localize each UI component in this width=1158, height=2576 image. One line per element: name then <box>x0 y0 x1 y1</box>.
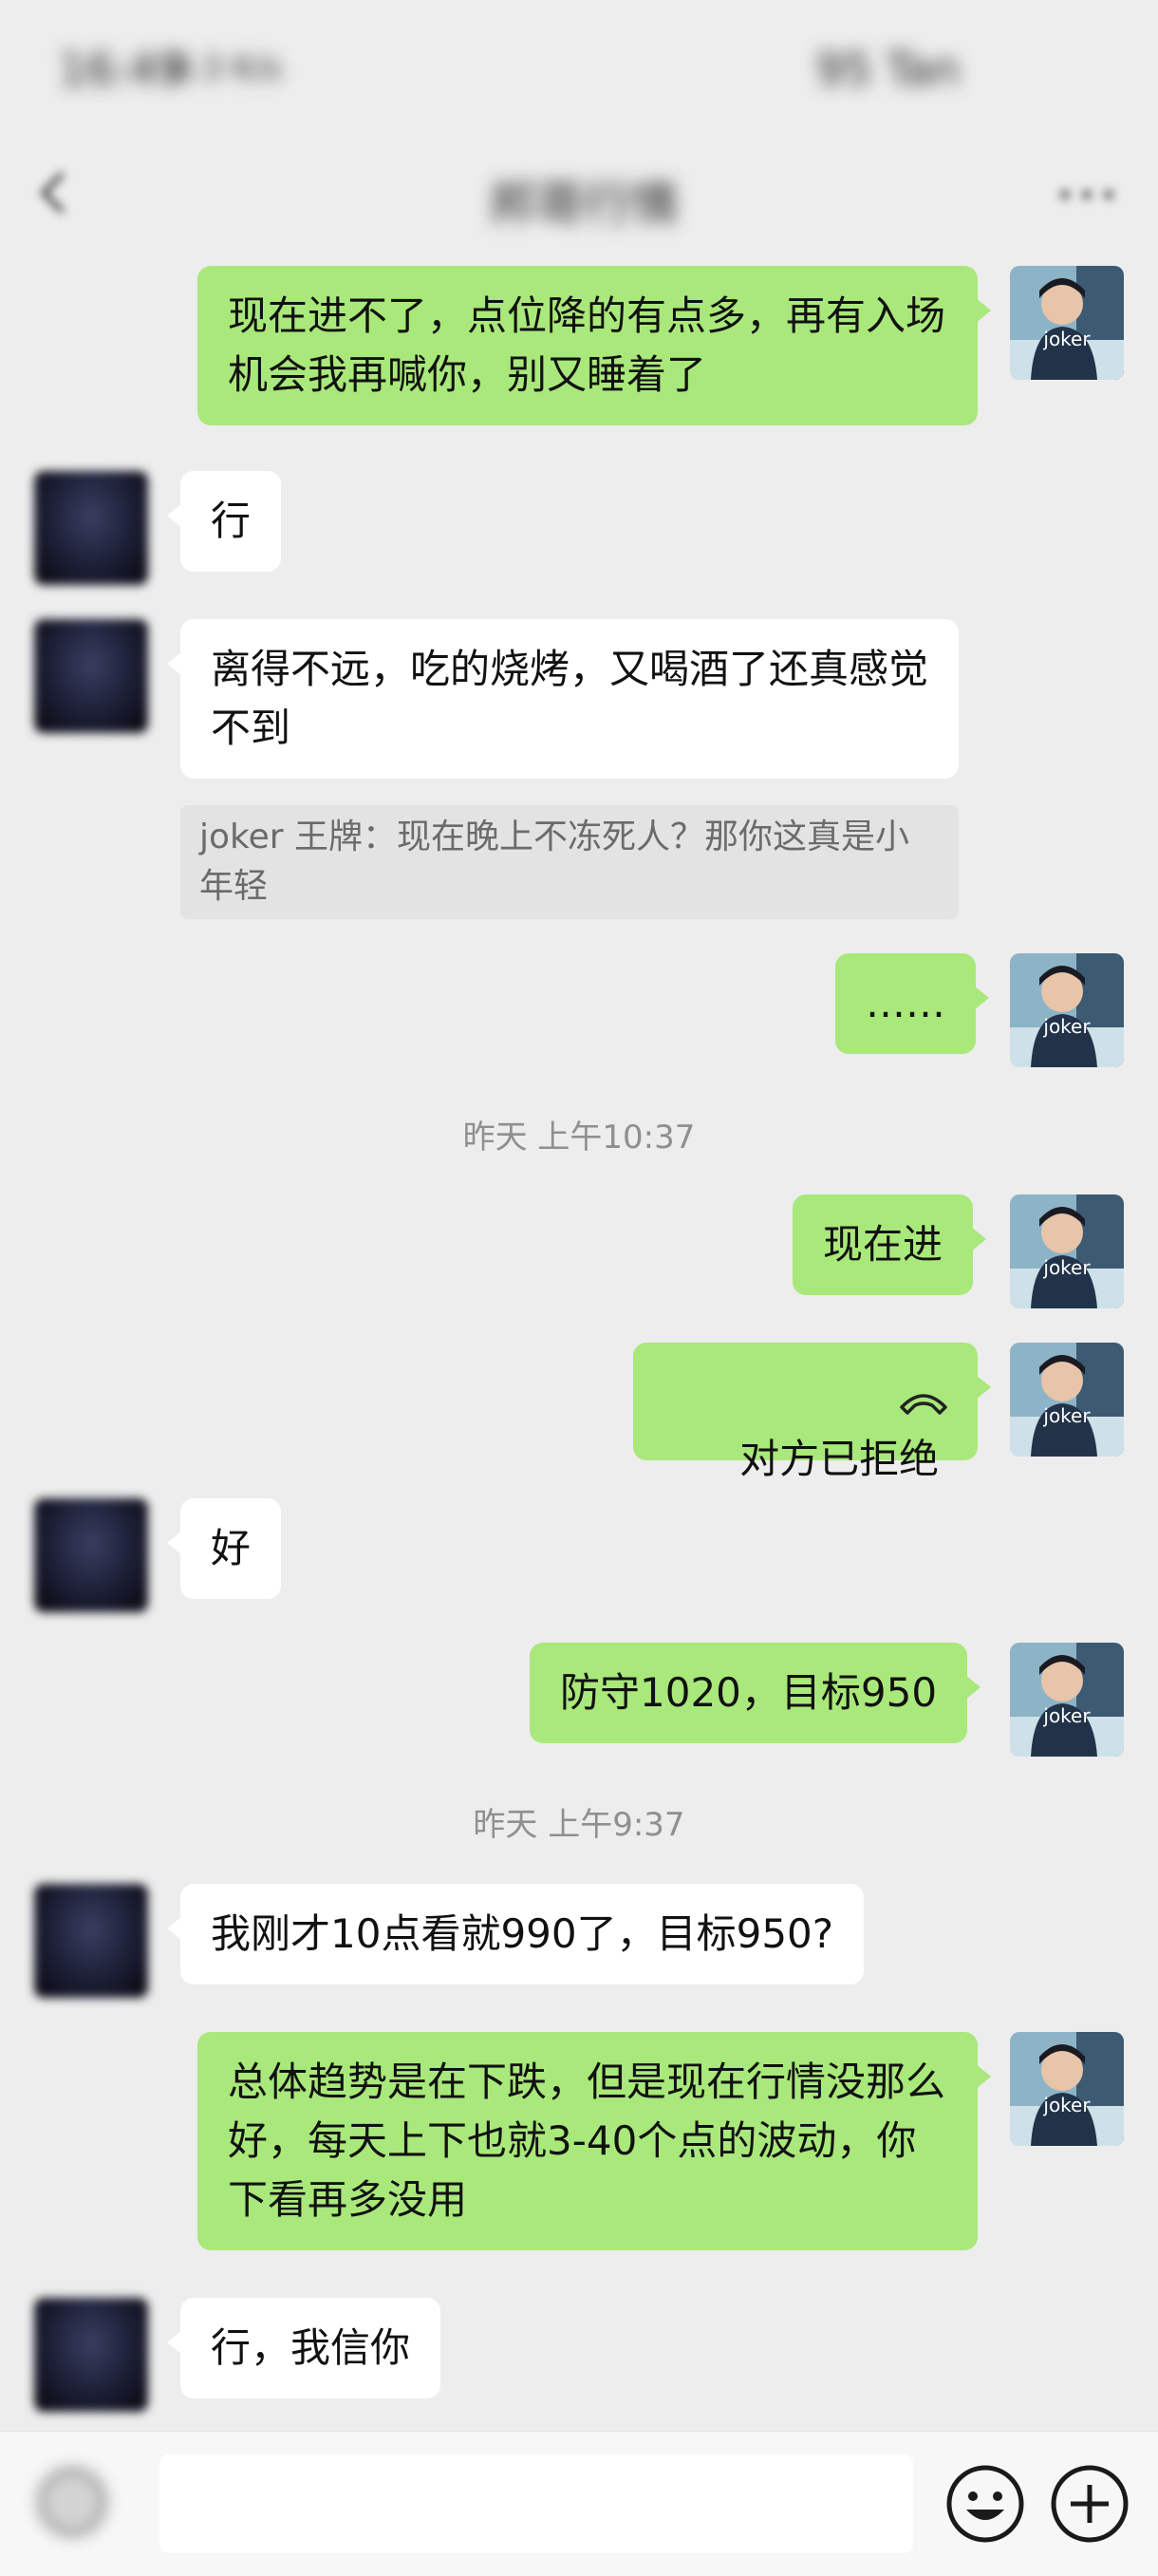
message-list[interactable]: 现在进不了，点位降的有点多，再有入场机会我再喊你，别又睡着了 joker 行 离… <box>0 247 1158 2431</box>
avatar-image: joker <box>1010 1643 1124 1757</box>
message-bubble-received[interactable]: 行，我信你 <box>166 2298 441 2398</box>
message-bubble-received[interactable]: 行 <box>166 471 282 572</box>
avatar-label: joker <box>1042 2094 1091 2116</box>
avatar-label: joker <box>1042 1015 1091 1038</box>
chat-title: 邦哥行情 <box>489 177 679 232</box>
message-bubble-sent[interactable]: 总体趋势是在下跌，但是现在行情没那么好，每天上下也就3-40个点的波动，你下看再… <box>197 2032 991 2250</box>
message-bubble-received[interactable]: 离得不远，吃的烧烤，又喝酒了还真感觉不到 <box>167 619 959 779</box>
my-avatar[interactable]: joker <box>1010 2032 1124 2146</box>
contact-avatar[interactable] <box>34 619 148 733</box>
status-network-speed: 0.3 K/s <box>171 49 282 87</box>
avatar-label: joker <box>1042 328 1091 350</box>
message-bubble-received[interactable]: 我刚才10点看就990了，目标950? <box>166 1884 865 1984</box>
timestamp: 昨天 上午9:37 <box>473 1806 685 1844</box>
chevron-left-icon <box>40 172 65 214</box>
contact-avatar[interactable] <box>34 1498 148 1612</box>
timestamp: 昨天 上午10:37 <box>462 1119 696 1156</box>
quoted-message[interactable]: joker 王牌：现在晚上不冻死人？那你这真是小年轻 <box>180 805 959 919</box>
message-bubble-received[interactable]: 好 <box>166 1498 282 1599</box>
message-bubble-sent[interactable]: 现在进 <box>793 1194 987 1295</box>
call-status-text: 对方已拒绝 <box>739 1436 940 1482</box>
contact-avatar[interactable] <box>34 1884 148 1998</box>
avatar-image: joker <box>1010 2032 1124 2146</box>
emoji-icon <box>946 2465 1024 2543</box>
message-bubble-sent[interactable]: 现在进不了，点位降的有点多，再有入场机会我再喊你，别又睡着了 <box>197 266 991 425</box>
emoji-button[interactable] <box>943 2462 1027 2546</box>
my-avatar[interactable]: joker <box>1010 1194 1124 1308</box>
my-avatar[interactable]: joker <box>1010 953 1124 1067</box>
my-avatar[interactable]: joker <box>1010 1643 1124 1757</box>
more-icon <box>1060 190 1113 199</box>
avatar-image: joker <box>1010 266 1124 380</box>
contact-avatar[interactable] <box>34 471 148 585</box>
status-battery: 95 Tan <box>816 44 960 95</box>
plus-button[interactable] <box>1048 2462 1131 2546</box>
contact-avatar[interactable] <box>34 2298 148 2412</box>
avatar-image: joker <box>1010 1194 1124 1308</box>
more-button[interactable] <box>1054 176 1120 214</box>
status-bar: 16:49 0.3 K/s 95 Tan <box>0 0 1158 138</box>
plus-icon <box>1051 2465 1129 2543</box>
avatar-label: joker <box>1042 1704 1091 1727</box>
input-bar <box>0 2431 1158 2576</box>
avatar-image: joker <box>1010 1343 1124 1457</box>
avatar-label: joker <box>1042 1256 1091 1279</box>
call-record-bubble[interactable]: 对方已拒绝 <box>633 1343 991 1482</box>
message-bubble-sent[interactable]: 防守1020，目标950 <box>530 1643 981 1743</box>
status-time: 16:49 <box>59 44 185 95</box>
phone-hangup-icon <box>900 1394 947 1415</box>
message-bubble-sent[interactable]: …… <box>835 953 989 1054</box>
avatar-label: joker <box>1042 1404 1091 1427</box>
chat-header: 邦哥行情 <box>0 138 1158 247</box>
voice-icon <box>42 2472 103 2532</box>
avatar-image: joker <box>1010 953 1124 1067</box>
back-button[interactable] <box>27 164 84 221</box>
message-input[interactable] <box>159 2454 913 2553</box>
my-avatar[interactable]: joker <box>1010 1343 1124 1457</box>
voice-button[interactable] <box>32 2462 112 2542</box>
my-avatar[interactable]: joker <box>1010 266 1124 380</box>
